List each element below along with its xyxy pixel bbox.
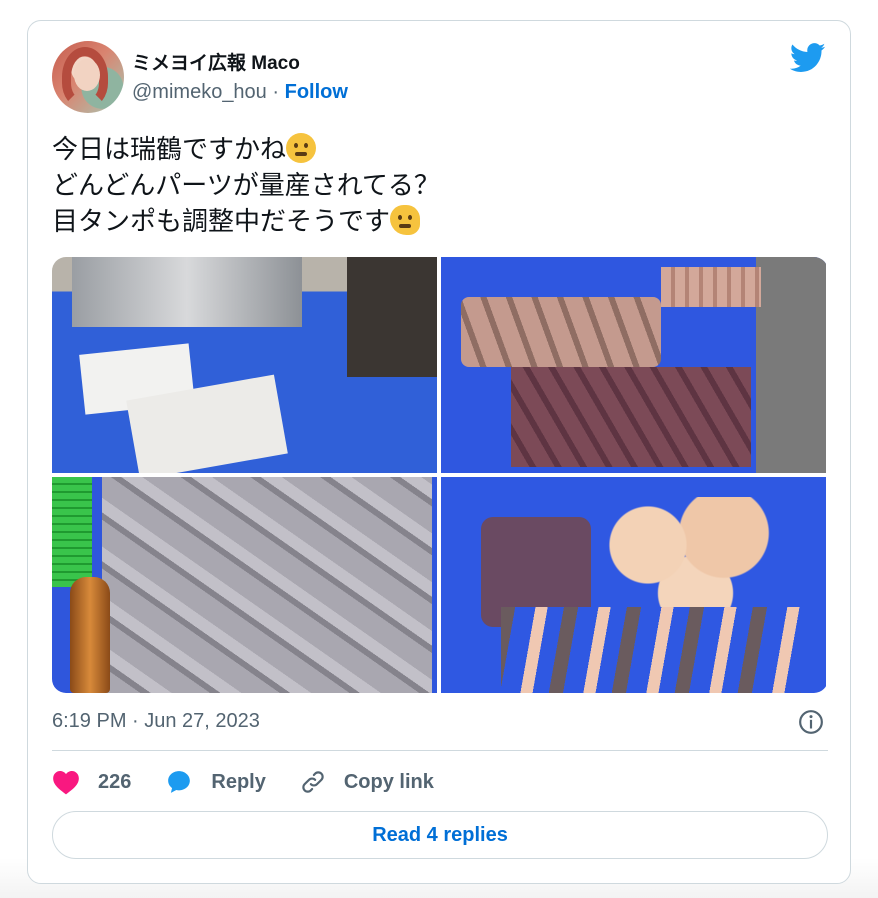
photo-parts-light [461,297,661,367]
read-replies-button[interactable]: Read 4 replies [52,811,828,859]
author-name[interactable]: ミメヨイ広報 Maco [132,48,300,75]
photo-skin-parts [591,497,781,617]
avatar[interactable] [52,41,124,113]
photo-gray-parts-bin[interactable] [52,477,437,693]
photo-grid [52,257,828,693]
photo-gray-parts [102,477,432,693]
tweet-line-3: 目タンポも調整中だそうです [52,206,391,236]
thinking-face-emoji [286,133,317,163]
photo-wall [756,257,826,473]
photo-bottle [70,577,110,693]
copy-link-button[interactable]: Copy link [300,769,434,795]
divider [52,750,828,751]
tweet-card: ミメヨイ広報 Maco @mimeko_hou · Follow 今日は瑞鶴です… [27,20,851,884]
separator-dot: · [272,81,280,103]
photo-machine [72,257,302,327]
timestamp[interactable]: 6:19 PM · Jun 27, 2023 [52,710,260,732]
info-icon[interactable] [798,709,824,735]
heart-icon [53,771,79,795]
photo-machine-and-parts[interactable] [52,257,437,473]
photo-arm-parts [501,607,801,693]
copy-link-label: Copy link [343,770,434,793]
reply-button[interactable]: Reply [165,769,266,795]
follow-button[interactable]: Follow [285,81,348,103]
photo-bag [347,257,437,377]
tweet-line-1: 今日は瑞鶴ですかね [52,134,287,164]
photo-skin-parts-bin[interactable] [441,477,826,693]
avatar-face [74,59,100,91]
link-icon [302,771,324,793]
melting-face-emoji [390,205,421,235]
tweet-text: 今日は瑞鶴ですかね どんどんパーツが量産されてる？ 目タンポも調整中だそうです [52,131,440,239]
action-bar: 226 Reply Copy link [52,767,468,797]
reply-bubble-icon [168,771,191,793]
tweet-line-2: どんどんパーツが量産されてる？ [52,170,440,200]
like-button[interactable]: 226 [52,769,131,795]
author-handle[interactable]: @mimeko_hou [132,81,267,103]
photo-parts-top [661,267,761,307]
author-handle-row: @mimeko_hou · Follow [132,81,348,104]
like-count: 226 [98,770,132,793]
photo-parts-in-crates[interactable] [441,257,826,473]
reply-label: Reply [211,770,266,793]
tweet-meta: 6:19 PM · Jun 27, 2023 [52,707,828,735]
photo-parts-purple [511,367,751,467]
photo-green-crate [52,477,92,587]
twitter-bird-icon[interactable] [790,43,826,73]
